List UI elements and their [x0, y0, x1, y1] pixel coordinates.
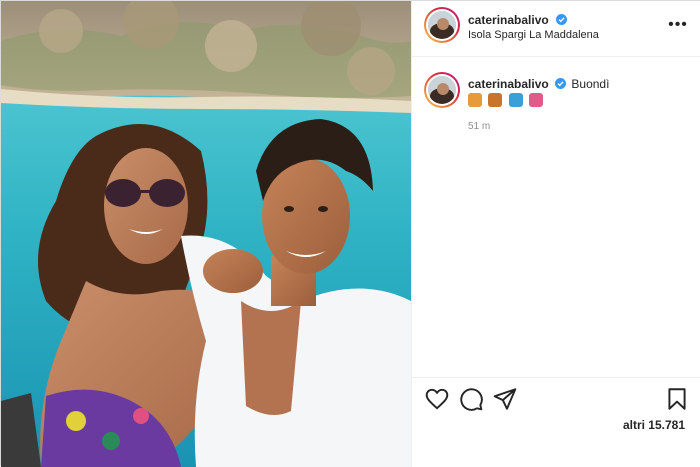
caption-avatar[interactable] [424, 72, 460, 108]
header-username[interactable]: caterinabalivo [468, 13, 549, 27]
verified-badge-icon [556, 14, 568, 25]
instagram-post: caterinabalivo Isola Spargi La Maddalena… [0, 0, 700, 467]
fish-emoji-icon [508, 93, 523, 107]
verified-badge-icon [555, 78, 567, 89]
more-options-icon[interactable]: ••• [666, 15, 690, 35]
post-location[interactable]: Isola Spargi La Maddalena [468, 29, 599, 41]
couple-on-boat-image [1, 1, 411, 467]
post-photo[interactable] [1, 1, 411, 467]
coffee-emoji-icon [488, 93, 503, 107]
post-time[interactable]: 51 m [468, 121, 490, 132]
post-actions [412, 377, 700, 419]
post-side-panel: caterinabalivo Isola Spargi La Maddalena… [411, 1, 700, 467]
gift-emoji-icon [529, 93, 544, 107]
likes-count[interactable]: altri 15.781 [623, 418, 685, 432]
avatar[interactable] [424, 7, 460, 43]
post-caption: caterinabalivo Buondì 51 m [412, 57, 700, 157]
croissant-emoji-icon [468, 93, 482, 107]
caption-username[interactable]: caterinabalivo [468, 77, 549, 91]
comment-icon[interactable] [458, 386, 484, 412]
bookmark-icon[interactable] [664, 386, 690, 412]
post-header: caterinabalivo Isola Spargi La Maddalena… [412, 1, 700, 57]
heart-icon[interactable] [424, 386, 450, 412]
caption-text: Buondì [571, 77, 610, 91]
share-icon[interactable] [492, 386, 518, 412]
caption-emojis [468, 93, 545, 107]
